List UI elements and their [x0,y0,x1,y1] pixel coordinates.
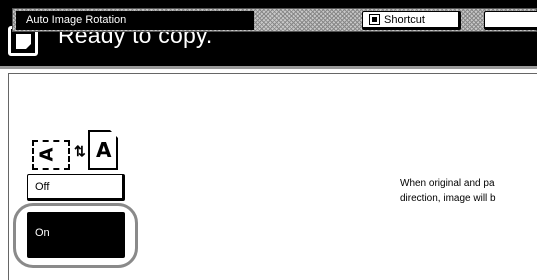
rotated-page-icon: A [32,140,70,170]
shortcut-button[interactable]: Shortcut [362,11,461,30]
off-label: Off [35,181,50,193]
image-rotation-icon: A ⇅ A [32,130,118,172]
rotate-arrows-icon: ⇅ [74,143,86,159]
shortcut-label: Shortcut [384,14,425,26]
description-line-2: direction, image will b [400,193,496,204]
off-button[interactable]: Off [27,174,125,201]
back-button[interactable]: Ba [484,11,537,30]
description-line-1: When original and pa [400,178,495,189]
upright-page-icon: A [88,130,118,170]
function-title: Auto Image Rotation [16,11,254,30]
description-text: When original and pa direction, image wi… [400,176,537,210]
shortcut-icon [369,14,380,25]
on-label: On [35,227,50,239]
on-button[interactable]: On [27,212,125,258]
